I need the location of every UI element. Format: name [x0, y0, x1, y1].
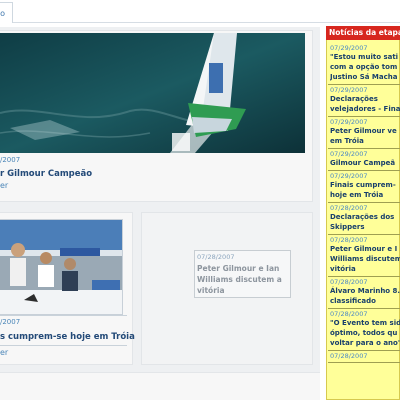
news-item-date: 07/29/2007 — [330, 150, 368, 158]
news-item[interactable]: 07/29/2007 Finais cumprem-hoje em Tróia — [328, 171, 400, 203]
mini-card-title[interactable]: Peter Gilmour e Ian Williams discutem a … — [197, 263, 289, 296]
tab-label: do — [0, 9, 5, 18]
news-item-date: 07/29/2007 — [330, 118, 368, 126]
tab-divider — [13, 22, 400, 23]
news-item-date: 07/28/2007 — [330, 278, 368, 286]
news-item-title[interactable]: "Estou muito sati — [330, 52, 400, 62]
tab-current[interactable]: do — [0, 2, 13, 23]
news-item[interactable]: 07/29/2007 Peter Gilmour ve em Tróia — [328, 117, 400, 149]
news-item-title[interactable]: vitória — [330, 264, 400, 274]
news-item-title[interactable]: "O Evento tem sid — [330, 318, 400, 328]
story-date-finals: /2007 — [0, 318, 21, 326]
news-item-date: 07/28/2007 — [330, 310, 368, 318]
featured-title[interactable]: r Gilmour Campeão — [0, 169, 92, 179]
news-item-title[interactable]: Declarações — [330, 94, 400, 104]
news-item-date: 07/29/2007 — [330, 172, 368, 180]
news-item-title[interactable]: Declarações dos — [330, 212, 400, 222]
news-item-title[interactable]: com a opção tom — [330, 62, 400, 72]
news-panel-heading: Notícias da etapa — [326, 26, 400, 40]
news-item[interactable]: 07/28/2007 Peter Gilmour e I Williams disc… — [328, 235, 400, 277]
news-item[interactable]: 07/29/2007 Gilmour Campeã — [328, 149, 400, 171]
news-item-title[interactable]: Gilmour Campeã — [330, 158, 400, 168]
news-item-title[interactable]: classificado — [330, 296, 400, 306]
news-item-title[interactable]: Finais cumprem- — [330, 180, 400, 190]
news-item-title[interactable]: em Tróia — [330, 136, 400, 146]
news-item[interactable]: 07/29/2007 Declarações velejadores - Fina — [328, 85, 400, 117]
bottom-card — [0, 372, 320, 400]
news-item-title[interactable]: óptimo, todos qu — [330, 328, 400, 338]
featured-photo[interactable] — [0, 33, 305, 153]
story-more-link-finals[interactable]: er — [0, 348, 8, 357]
news-item-date: 07/29/2007 — [330, 86, 368, 94]
news-item-title[interactable]: velejadores - Fina — [330, 104, 400, 114]
story-mini-card[interactable]: 07/28/2007 Peter Gilmour e Ian Williams … — [194, 250, 291, 298]
news-item-title[interactable]: Peter Gilmour ve — [330, 126, 400, 136]
news-item-title[interactable]: Justino Sá Macha — [330, 72, 400, 82]
news-item-title[interactable]: Skippers — [330, 222, 400, 232]
news-item-title[interactable]: Álvaro Marinho 8. — [330, 286, 400, 296]
news-item-title[interactable]: Williams discutem — [330, 254, 400, 264]
story-divider — [0, 315, 127, 316]
top-tab-bar: do — [0, 0, 400, 26]
news-item-title[interactable]: Peter Gilmour e I — [330, 244, 400, 254]
story-divider — [0, 345, 127, 346]
news-item[interactable]: 07/28/2007 "O Evento tem sid óptimo, todos… — [328, 309, 400, 351]
news-item-date: 07/28/2007 — [330, 204, 368, 212]
mini-card-date: 07/28/2007 — [197, 253, 235, 261]
news-item-title[interactable]: voltar para o ano" — [330, 338, 400, 348]
news-item[interactable]: 07/28/2007 — [328, 351, 400, 363]
news-item[interactable]: 07/28/2007 Álvaro Marinho 8. classificado — [328, 277, 400, 309]
news-item-date: 07/29/2007 — [330, 44, 368, 52]
news-item-date: 07/28/2007 — [330, 236, 368, 244]
news-list: 07/29/2007 "Estou muito sati com a opção t… — [328, 43, 400, 363]
featured-date: /2007 — [0, 156, 21, 164]
news-item[interactable]: 07/29/2007 "Estou muito sati com a opção t… — [328, 43, 400, 85]
featured-more-link[interactable]: er — [0, 181, 8, 190]
story-title-finals[interactable]: s cumprem-se hoje em Tróia — [0, 332, 135, 342]
news-item-date: 07/28/2007 — [330, 352, 368, 360]
news-item-title[interactable]: hoje em Tróia — [330, 190, 400, 200]
news-item[interactable]: 07/28/2007 Declarações dos Skippers — [328, 203, 400, 235]
story-photo-finals[interactable] — [0, 219, 123, 315]
